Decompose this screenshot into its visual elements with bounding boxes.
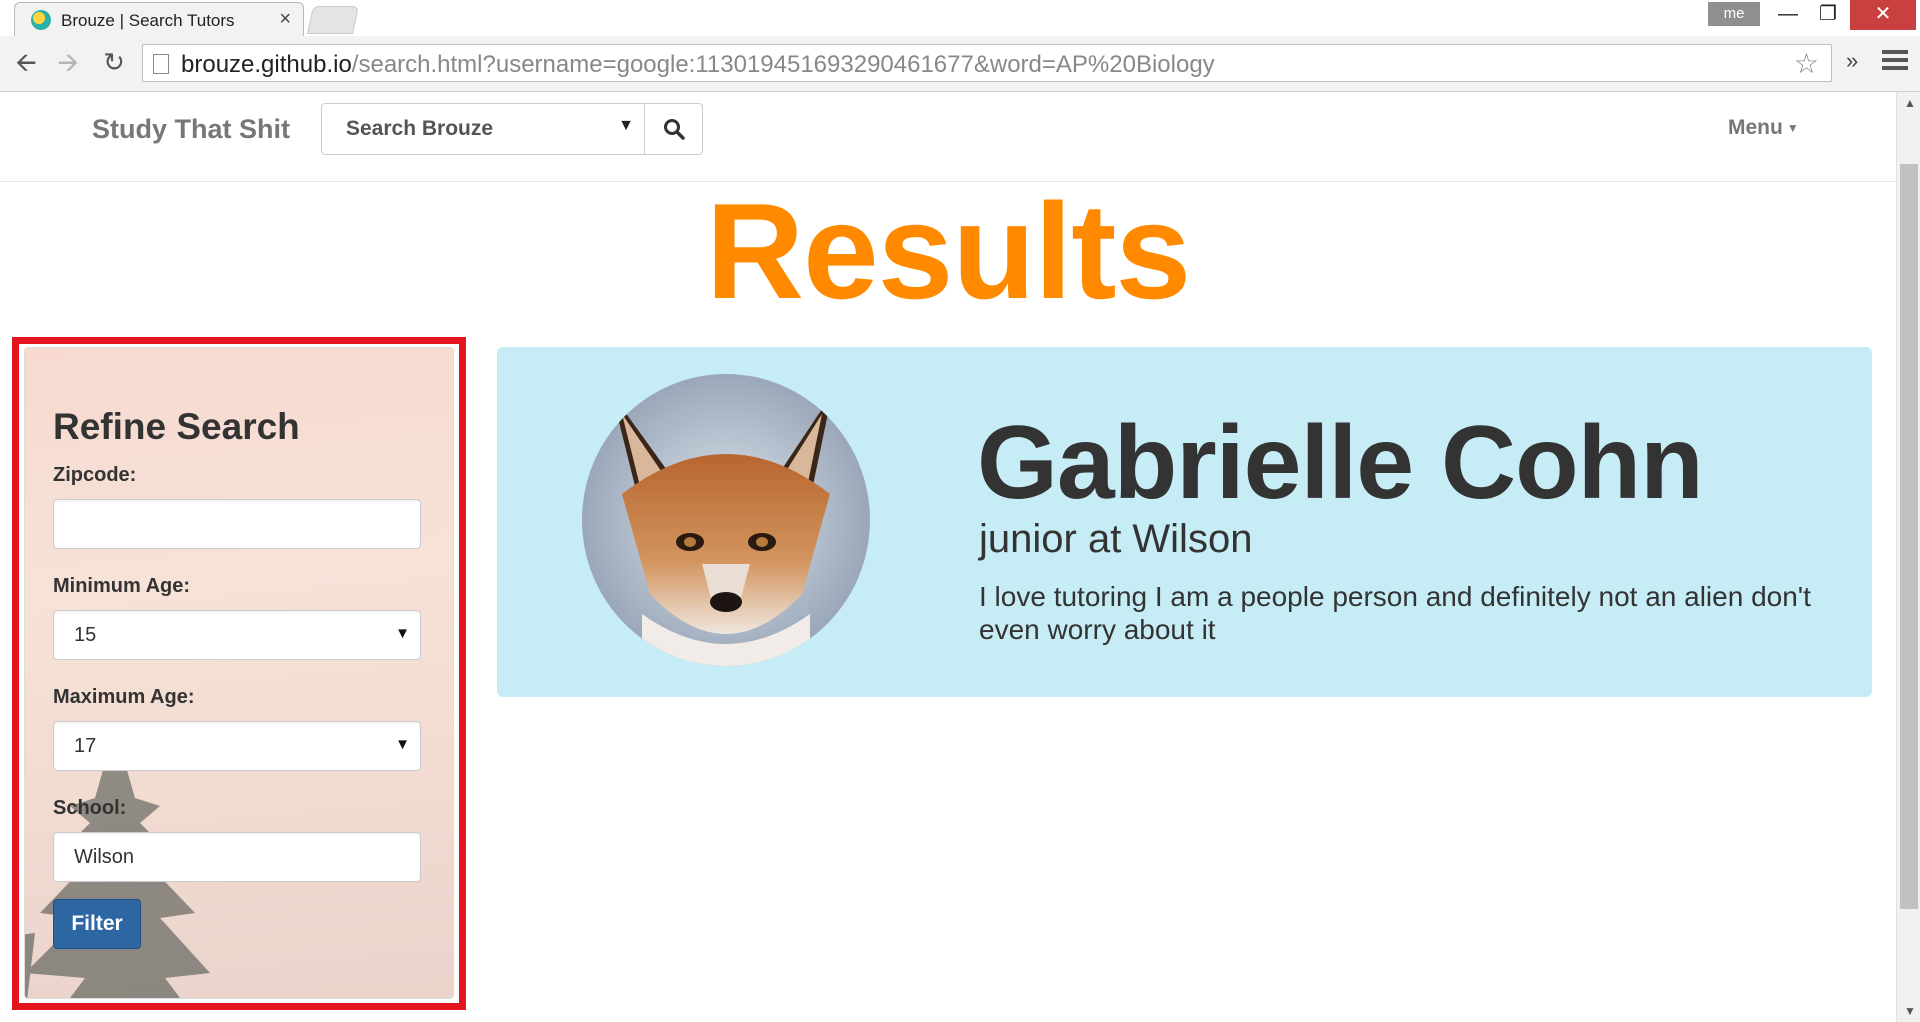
tab-close-icon[interactable]: × <box>279 8 291 31</box>
site-brand[interactable]: Study That Shit <box>92 114 290 145</box>
max-age-value: 17 <box>74 735 97 757</box>
browser-tab[interactable]: Brouze | Search Tutors × <box>14 2 304 36</box>
profile-badge[interactable]: me <box>1708 2 1760 26</box>
star-icon[interactable]: ☆ <box>1794 47 1819 80</box>
menu-dropdown-toggle[interactable]: Menu ▼ <box>1728 116 1799 140</box>
scrollbar-thumb[interactable] <box>1900 164 1918 909</box>
tutor-bio: I love tutoring I am a people person and… <box>979 581 1811 645</box>
tutor-name[interactable]: Gabrielle Cohn <box>977 404 1704 523</box>
zipcode-input[interactable] <box>53 499 421 549</box>
search-button[interactable] <box>644 103 703 155</box>
url-path: /search.html?username=google:11301945169… <box>351 51 1215 78</box>
search-select-value: Search Brouze <box>346 117 494 140</box>
max-age-label: Maximum Age: <box>53 686 195 708</box>
dropdown-caret-icon: ▼ <box>618 117 634 134</box>
new-tab-button[interactable] <box>307 6 359 34</box>
dropdown-caret-icon: ▼ <box>395 625 410 642</box>
close-window-icon[interactable]: ✕ <box>1850 0 1916 30</box>
refine-title: Refine Search <box>53 406 300 447</box>
max-age-select[interactable]: 17 ▼ <box>53 721 421 771</box>
filter-button[interactable]: Filter <box>53 899 141 949</box>
url-host: brouze.github.io <box>181 51 352 78</box>
favicon-icon <box>31 10 51 30</box>
result-card[interactable]: Gabrielle Cohn junior at Wilson I love t… <box>497 347 1872 697</box>
menu-label: Menu <box>1728 116 1783 139</box>
min-age-label: Minimum Age: <box>53 575 191 597</box>
extensions-overflow-icon[interactable]: » <box>1846 48 1858 74</box>
minimize-icon[interactable]: — <box>1766 0 1810 30</box>
scroll-up-icon[interactable]: ▲ <box>1904 96 1916 110</box>
page-viewport: Study That Shit Search Brouze ▼ Menu ▼ Re… <box>0 92 1896 1022</box>
refine-search-panel: Refine Search Zipcode: Minimum Age: 15 ▼… <box>24 347 454 999</box>
restore-icon[interactable]: ❐ <box>1806 0 1850 30</box>
tutor-subtitle: junior at Wilson <box>979 517 1253 561</box>
search-icon <box>664 119 685 140</box>
fox-photo-icon <box>582 374 870 666</box>
school-input[interactable]: Wilson <box>53 832 421 882</box>
tab-title: Brouze | Search Tutors <box>61 11 235 30</box>
browser-toolbar: 🡨 🡪 ↻ brouze.github.io/search.html?usern… <box>0 36 1920 92</box>
page-title: Results <box>705 175 1191 327</box>
scroll-down-icon[interactable]: ▼ <box>1904 1004 1916 1018</box>
school-label: School: <box>53 797 127 819</box>
hamburger-menu-icon[interactable] <box>1882 50 1908 74</box>
zipcode-label: Zipcode: <box>53 464 137 486</box>
page-scrollbar[interactable]: ▲ ▼ <box>1896 92 1920 1022</box>
forward-arrow-icon[interactable]: 🡪 <box>52 46 84 78</box>
school-value: Wilson <box>74 846 135 868</box>
page-icon <box>153 54 169 74</box>
reload-icon[interactable]: ↻ <box>98 46 130 78</box>
min-age-value: 15 <box>74 624 97 646</box>
back-arrow-icon[interactable]: 🡨 <box>10 46 42 78</box>
avatar <box>582 374 870 666</box>
caret-down-icon: ▼ <box>1786 121 1799 136</box>
min-age-select[interactable]: 15 ▼ <box>53 610 421 660</box>
dropdown-caret-icon: ▼ <box>395 736 410 753</box>
site-navbar: Study That Shit Search Brouze ▼ Menu ▼ <box>0 92 1896 182</box>
url-text[interactable]: brouze.github.io/search.html?username=go… <box>181 51 1215 79</box>
address-bar[interactable]: brouze.github.io/search.html?username=go… <box>142 44 1832 82</box>
browser-tabstrip: Brouze | Search Tutors × me — ❐ ✕ <box>0 0 1920 36</box>
search-select[interactable]: Search Brouze ▼ <box>321 103 645 155</box>
